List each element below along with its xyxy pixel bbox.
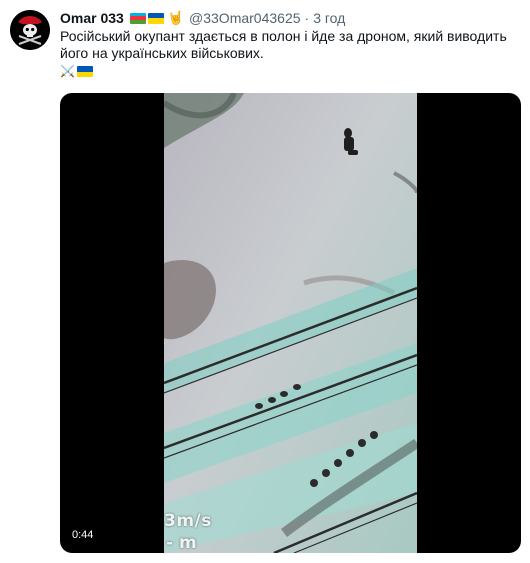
tweet-text-line: Російський окупант здається в полон і йд… [60, 28, 507, 44]
user-handle[interactable]: @33Omar043625 [189, 9, 301, 27]
crossed-swords-icon: ⚔️ [60, 63, 75, 78]
video-player[interactable]: 3m/s - m 0:44 [60, 93, 521, 553]
rock-on-hand-icon: 🤘 [167, 10, 185, 25]
separator-dot: · [304, 10, 310, 26]
drone-footage-image [164, 93, 417, 553]
drone-speed-overlay: 3m/s [164, 511, 212, 531]
tweet[interactable]: Omar 033 🤘 @33Omar043625 · 3 год Російсь… [0, 0, 530, 563]
video-duration: 0:44 [67, 527, 99, 543]
tweet-emojis: ⚔️ [60, 63, 520, 79]
ukraine-flag-icon [147, 12, 164, 24]
tweet-header: Omar 033 🤘 @33Omar043625 · 3 год [60, 9, 345, 27]
ukraine-flag-icon [76, 66, 93, 77]
tweet-text: Російський окупант здається в полон і йд… [60, 28, 520, 79]
azerbaijan-flag-icon [129, 12, 146, 24]
drone-altitude-overlay: - m [166, 533, 197, 553]
avatar[interactable] [10, 10, 50, 50]
tweet-text-line: його на українських військових. [60, 45, 264, 61]
tweet-time[interactable]: 3 год [313, 9, 345, 27]
video-frame [164, 93, 417, 553]
name-emojis: 🤘 [129, 9, 185, 27]
pirate-skull-icon [10, 10, 50, 50]
display-name[interactable]: Omar 033 [60, 9, 124, 27]
